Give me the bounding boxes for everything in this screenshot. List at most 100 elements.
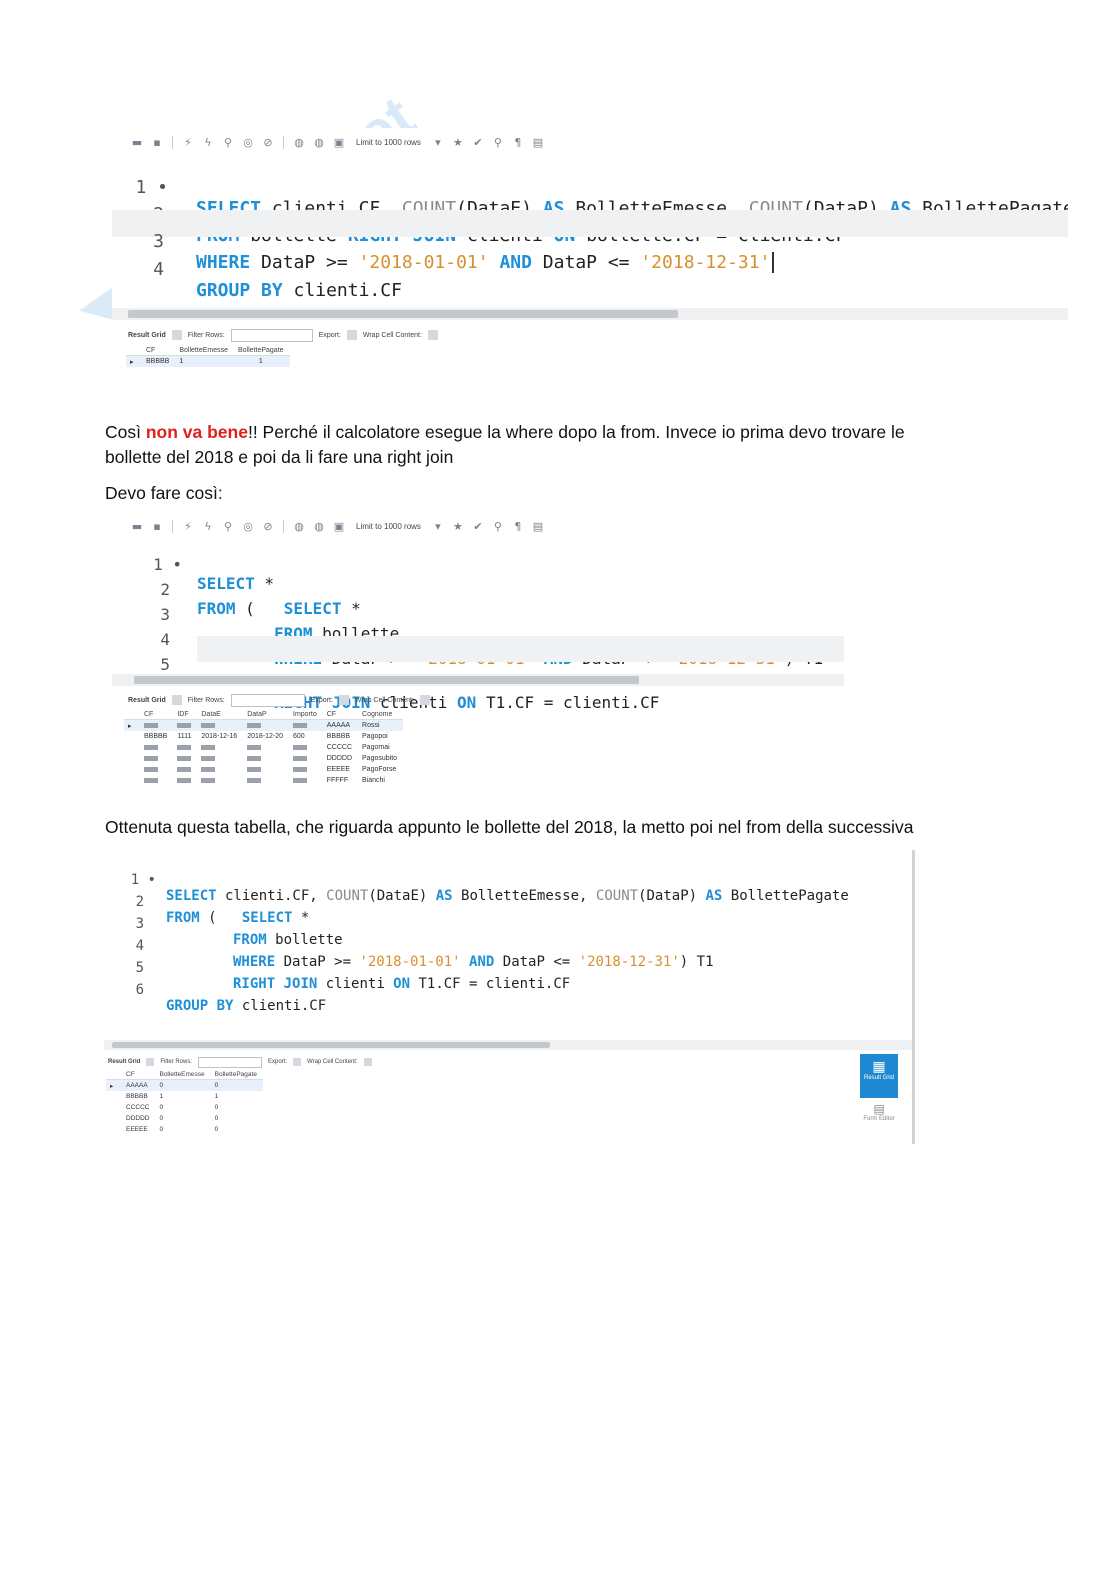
find-icon[interactable]: ⚲ [491, 519, 505, 533]
table-row[interactable]: FFFFF Bianchi [124, 775, 403, 786]
table-cell[interactable]: 1 [155, 1091, 210, 1102]
sql-editor[interactable]: 1 • SELECT * 2 FROM ( SELECT * 3 FROM bo… [112, 536, 844, 712]
table-row[interactable]: DDDDD Pagosubito [124, 753, 403, 764]
table-cell[interactable]: EEEEE [122, 1124, 155, 1135]
invisible-chars-icon[interactable]: ¶ [511, 135, 525, 149]
table-cell[interactable]: 1111 [173, 731, 197, 742]
table-cell[interactable] [140, 719, 174, 731]
table-cell[interactable] [289, 764, 323, 775]
table-cell[interactable]: 1 [211, 1091, 263, 1102]
column-header[interactable]: Cognome [358, 710, 404, 720]
table-cell[interactable] [197, 775, 243, 786]
table-cell[interactable]: BBBBB [323, 731, 358, 742]
table-cell[interactable]: BBBBB [122, 1091, 155, 1102]
result-grid-tab[interactable]: Result Grid [108, 1059, 140, 1065]
chevron-down-icon[interactable]: ▾ [431, 519, 445, 533]
beautify-icon[interactable]: ✔ [471, 519, 485, 533]
column-header[interactable]: BollettePagate [210, 1070, 263, 1080]
table-cell[interactable] [173, 764, 197, 775]
table-cell[interactable] [289, 775, 323, 786]
table-cell[interactable]: BBBBB [140, 731, 173, 742]
table-row[interactable]: CCCCC Pagomai [124, 742, 403, 753]
column-header[interactable]: BollettePagate [234, 346, 290, 356]
table-cell[interactable] [243, 753, 289, 764]
table-row[interactable]: BBBBB 1 1 [106, 1091, 263, 1102]
table-cell[interactable]: 600 [289, 731, 323, 742]
commit-icon[interactable]: ◍ [292, 135, 306, 149]
sql-editor[interactable]: 1 • SELECT clienti.CF, COUNT(DataE) AS B… [104, 854, 912, 1014]
table-cell[interactable]: 0 [211, 1124, 263, 1135]
grid-icon[interactable] [171, 330, 182, 340]
table-cell[interactable]: FFFFF [323, 775, 358, 786]
table-cell[interactable]: AAAAA [322, 719, 359, 731]
horizontal-scrollbar[interactable] [112, 674, 844, 686]
table-cell[interactable] [140, 742, 173, 753]
table-cell[interactable] [173, 742, 197, 753]
execute-current-icon[interactable]: ϟ [201, 135, 215, 149]
column-header[interactable]: DataE [197, 710, 244, 720]
table-cell[interactable] [140, 753, 173, 764]
column-header[interactable]: CF [140, 710, 174, 720]
table-cell[interactable] [243, 742, 289, 753]
table-cell[interactable]: 2018-12-16 [197, 731, 243, 742]
chevron-down-icon[interactable]: ▾ [431, 135, 445, 149]
explain-icon[interactable]: ⚲ [221, 519, 235, 533]
table-cell[interactable] [289, 753, 323, 764]
filter-rows-input[interactable] [230, 328, 313, 342]
horizontal-scrollbar[interactable] [112, 308, 1068, 320]
table-cell[interactable]: EEEEE [323, 764, 358, 775]
wrap-cell-icon[interactable] [363, 1058, 372, 1066]
table-cell[interactable] [197, 764, 243, 775]
table-row[interactable]: EEEEE 0 0 [106, 1124, 263, 1135]
wrap-icon[interactable]: ▤ [531, 135, 545, 149]
wrap-cell-icon[interactable] [427, 330, 438, 340]
grid-icon[interactable] [171, 695, 182, 705]
export-icon[interactable] [293, 1058, 302, 1066]
column-header[interactable]: CF [122, 1070, 156, 1080]
error-toggle-icon[interactable]: ⊘ [261, 519, 275, 533]
folder-icon[interactable]: ▬ [130, 519, 144, 533]
result-grid-tab[interactable]: Result Grid [128, 332, 166, 339]
column-header[interactable]: BolletteEmesse [155, 1070, 211, 1080]
table-cell[interactable]: Bianchi [358, 775, 403, 786]
table-cell[interactable]: Rossi [358, 719, 404, 731]
invisible-chars-icon[interactable]: ¶ [511, 519, 525, 533]
save-icon[interactable]: ▪ [150, 519, 164, 533]
table-cell[interactable]: CCCCC [323, 742, 358, 753]
table-row[interactable]: ▸ BBBBB 1 1 [126, 355, 290, 367]
table-cell[interactable]: DDDDD [323, 753, 358, 764]
execute-current-icon[interactable]: ϟ [201, 519, 215, 533]
table-cell[interactable] [140, 775, 173, 786]
error-toggle-icon[interactable]: ⊘ [261, 135, 275, 149]
limit-rows-select[interactable]: Limit to 1000 rows [356, 522, 421, 531]
save-icon[interactable]: ▪ [150, 135, 164, 149]
column-header[interactable]: BolletteEmesse [175, 346, 234, 356]
commit-icon[interactable]: ◍ [292, 519, 306, 533]
sql-editor[interactable]: 1 • SELECT clienti.CF, COUNT(DataE) AS B… [112, 154, 1068, 314]
table-row[interactable]: DDDDD 0 0 [106, 1113, 263, 1124]
table-cell[interactable] [173, 719, 198, 731]
execute-icon[interactable]: ⚡ [181, 135, 195, 149]
wrap-icon[interactable]: ▤ [531, 519, 545, 533]
table-row[interactable]: EEEEE PagoForse [124, 764, 403, 775]
table-cell[interactable] [173, 775, 197, 786]
explain-icon[interactable]: ⚲ [221, 135, 235, 149]
table-row[interactable]: ▸ AAAAA Rossi [124, 719, 404, 731]
stop-icon[interactable]: ◎ [241, 135, 255, 149]
column-header[interactable]: DataP [243, 710, 289, 720]
table-cell[interactable]: AAAAA [122, 1079, 156, 1091]
table-row[interactable]: ▸ AAAAA 0 0 [106, 1079, 263, 1091]
limit-rows-select[interactable]: Limit to 1000 rows [356, 138, 421, 147]
result-grid-panel-button[interactable]: ▦ Result Grid [860, 1054, 898, 1098]
column-header[interactable]: CF [322, 710, 359, 720]
table-cell[interactable]: 0 [210, 1079, 263, 1091]
rollback-icon[interactable]: ◍ [312, 519, 326, 533]
filter-rows-input[interactable] [198, 1056, 263, 1068]
table-cell[interactable] [243, 764, 289, 775]
table-cell[interactable] [197, 753, 243, 764]
form-editor-panel-button[interactable]: ▤ Form Editor [860, 1102, 898, 1142]
table-cell[interactable]: 0 [155, 1124, 210, 1135]
result-grid-tab[interactable]: Result Grid [128, 697, 166, 704]
table-cell[interactable]: 0 [211, 1102, 263, 1113]
bookmark-icon[interactable]: ★ [451, 135, 465, 149]
